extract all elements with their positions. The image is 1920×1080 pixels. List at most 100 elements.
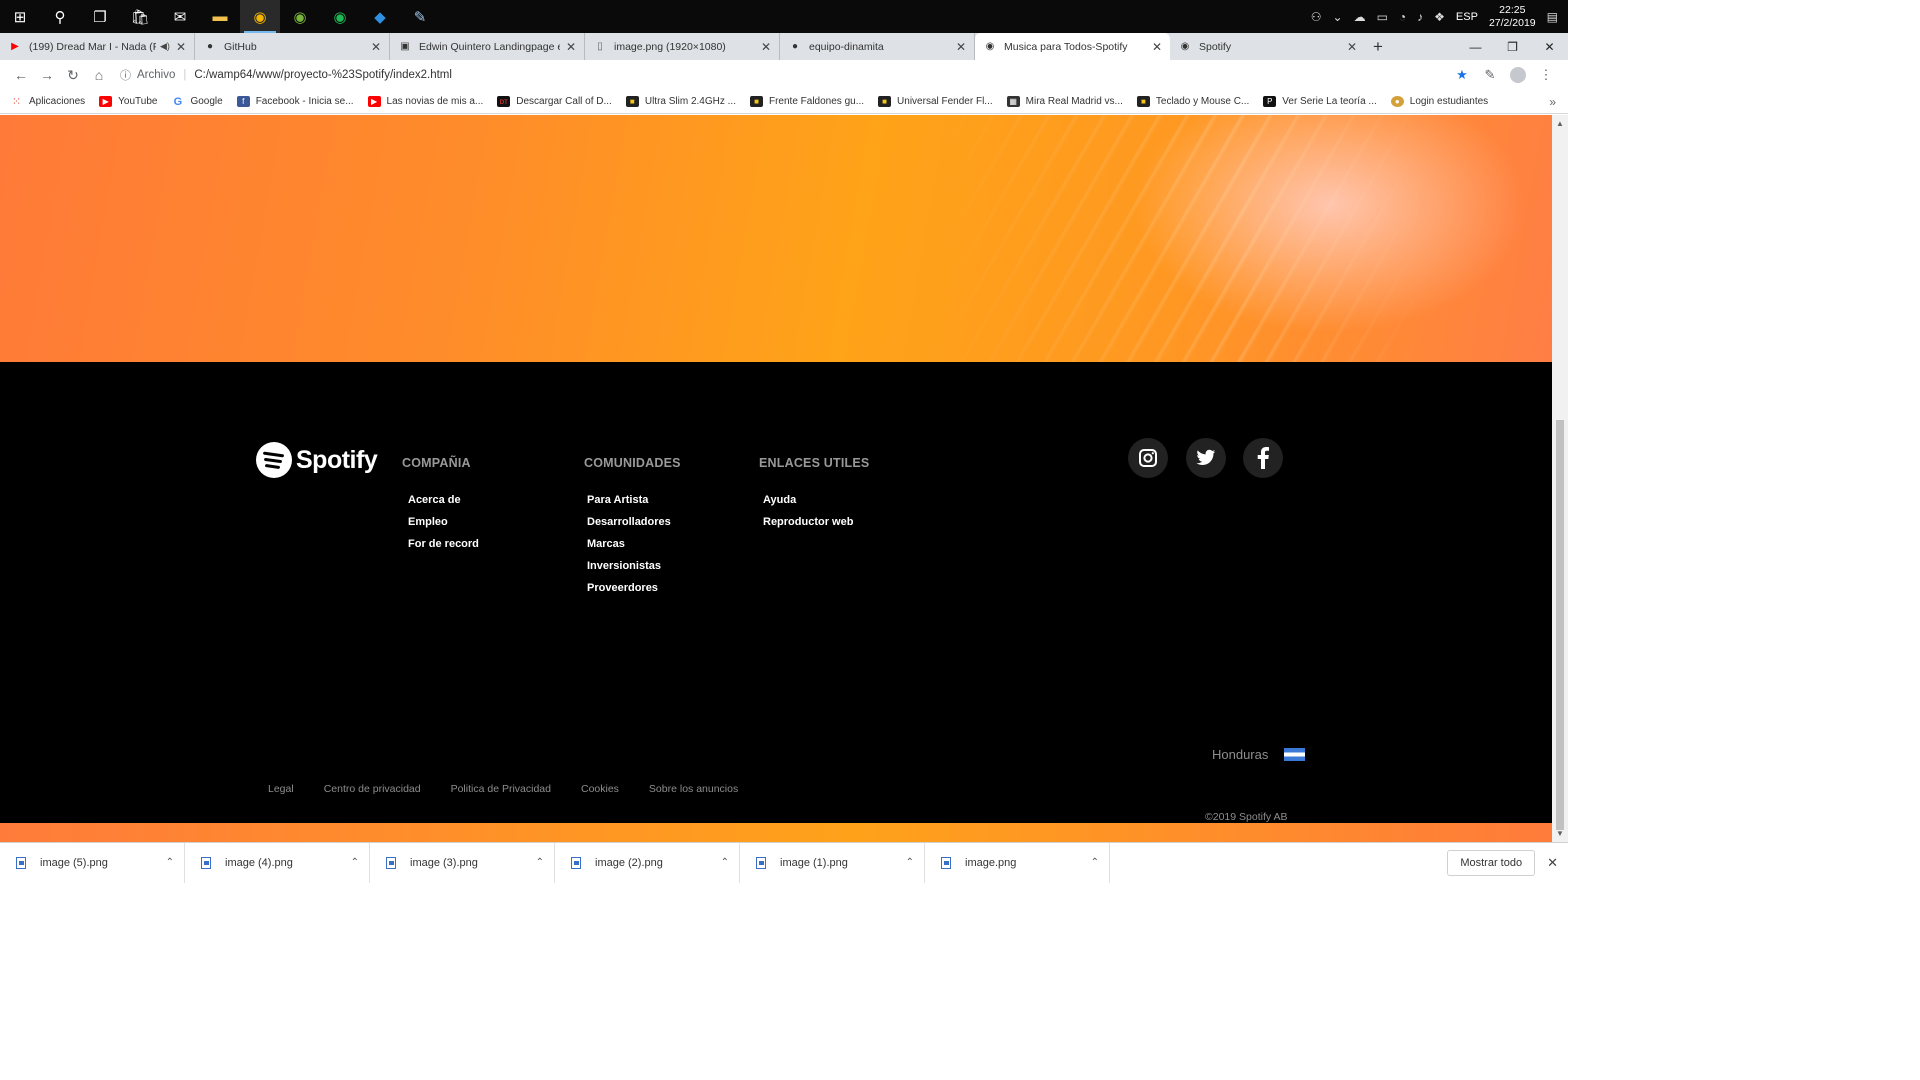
country-selector[interactable]: Honduras — [1212, 747, 1306, 762]
legal-link[interactable]: Sobre los anuncios — [649, 783, 738, 795]
show-all-downloads-button[interactable]: Mostrar todo — [1447, 849, 1536, 876]
notifications-icon[interactable]: ▤ — [1547, 10, 1558, 24]
footer-link[interactable]: Desarrolladores — [587, 516, 681, 529]
download-item[interactable]: image (4).png ⌃ — [185, 842, 370, 883]
page-scrollbar[interactable]: ▲ ▼ — [1552, 115, 1568, 842]
bookmark-item[interactable]: ■ Ultra Slim 2.4GHz ... — [625, 96, 736, 107]
browser-tab[interactable]: ▶ (199) Dread Mar I - Nada (Ps ◀) ✕ — [0, 33, 195, 60]
bookmark-item[interactable]: ᴅᴛ Descargar Call of D... — [497, 96, 612, 107]
forward-button[interactable]: → — [34, 62, 60, 88]
legal-link[interactable]: Legal — [268, 783, 294, 795]
new-tab-button[interactable]: + — [1365, 33, 1391, 60]
footer-link[interactable]: Inversionistas — [587, 560, 681, 573]
chevron-up-icon[interactable]: ⌃ — [351, 857, 359, 868]
close-shelf-icon[interactable]: ✕ — [1547, 855, 1558, 871]
footer-link[interactable]: Ayuda — [763, 494, 869, 507]
close-tab-icon[interactable]: ✕ — [956, 40, 966, 54]
bookmark-item[interactable]: ● Login estudiantes — [1390, 96, 1488, 107]
footer-link[interactable]: Marcas — [587, 538, 681, 551]
download-item[interactable]: image (3).png ⌃ — [370, 842, 555, 883]
legal-link[interactable]: Centro de privacidad — [324, 783, 421, 795]
url-text[interactable]: C:/wamp64/www/proyecto-%23Spotify/index2… — [194, 69, 452, 81]
search-icon[interactable]: ⚲ — [40, 0, 80, 33]
footer-link[interactable]: Empleo — [408, 516, 479, 529]
close-tab-icon[interactable]: ✕ — [371, 40, 381, 54]
restore-icon[interactable]: ❐ — [1494, 33, 1531, 60]
twitter-icon[interactable] — [1186, 438, 1226, 478]
chevron-up-icon[interactable]: ⌃ — [906, 857, 914, 868]
chevron-up-icon[interactable]: ⌃ — [1091, 857, 1099, 868]
mail-icon[interactable]: ✉ — [160, 0, 200, 33]
download-item[interactable]: image (5).png ⌃ — [0, 842, 185, 883]
download-item[interactable]: image (1).png ⌃ — [740, 842, 925, 883]
bookmark-item[interactable]: ⁙ Aplicaciones — [10, 96, 85, 108]
browser-tab[interactable]: ● equipo-dinamita ✕ — [780, 33, 975, 60]
dropbox-icon[interactable]: ❖ — [1434, 10, 1445, 24]
info-icon[interactable]: ⓘ — [120, 67, 131, 83]
footer-link[interactable]: Acerca de — [408, 494, 479, 507]
store-icon[interactable]: 🛍 — [120, 0, 160, 33]
close-window-icon[interactable]: ✕ — [1531, 33, 1568, 60]
download-item[interactable]: image (2).png ⌃ — [555, 842, 740, 883]
browser-tab[interactable]: ◉ Spotify ✕ — [1170, 33, 1365, 60]
scrollbar-thumb[interactable] — [1556, 420, 1564, 830]
chevron-up-icon[interactable]: ⌃ — [721, 857, 729, 868]
menu-icon[interactable]: ⋮ — [1532, 62, 1560, 88]
bookmark-item[interactable]: ▶ YouTube — [99, 96, 157, 107]
wifi-icon[interactable]: ◔ — [1399, 10, 1406, 24]
bookmark-item[interactable]: P Ver Serie La teoría ... — [1263, 96, 1377, 107]
browser-tab[interactable]: ▯ image.png (1920×1080) ✕ — [585, 33, 780, 60]
utorrent-icon[interactable]: ◉ — [280, 0, 320, 33]
spotify-app-icon[interactable]: ◉ — [320, 0, 360, 33]
chrome-icon[interactable]: ◉ — [240, 0, 280, 33]
bookmark-item[interactable]: ■ Universal Fender Fl... — [878, 96, 993, 107]
windows-start-icon[interactable]: ⊞ — [0, 0, 40, 33]
bookmark-star-icon[interactable]: ★ — [1448, 62, 1476, 88]
footer-link[interactable]: Reproductor web — [763, 516, 869, 529]
bookmark-item[interactable]: ▶ Las novias de mis a... — [367, 96, 483, 107]
bookmark-item[interactable]: G Google — [171, 96, 223, 108]
chevron-up-icon[interactable]: ⌃ — [536, 857, 544, 868]
bookmark-item[interactable]: ■ Frente Faldones gu... — [749, 96, 864, 107]
minimize-icon[interactable]: — — [1457, 33, 1494, 60]
close-tab-icon[interactable]: ✕ — [566, 40, 576, 54]
home-button[interactable]: ⌂ — [86, 62, 112, 88]
scroll-up-icon[interactable]: ▲ — [1556, 119, 1564, 128]
volume-icon[interactable]: ♪ — [1417, 10, 1423, 24]
onedrive-icon[interactable]: ☁ — [1354, 10, 1366, 24]
speaker-icon[interactable]: ◀) — [160, 41, 170, 52]
chevron-up-icon[interactable]: ⌃ — [166, 857, 174, 868]
browser-tab[interactable]: ● GitHub ✕ — [195, 33, 390, 60]
bookmark-item[interactable]: f Facebook - Inicia se... — [236, 96, 354, 107]
bookmark-item[interactable]: ■ Teclado y Mouse C... — [1136, 96, 1249, 107]
close-tab-icon[interactable]: ✕ — [176, 40, 186, 54]
task-view-icon[interactable]: ❐ — [80, 0, 120, 33]
spotify-logo[interactable]: Spotify — [256, 442, 378, 478]
chevron-up-icon[interactable]: ⌄ — [1333, 10, 1343, 24]
browser-tab-active[interactable]: ◉ Musica para Todos-Spotify ✕ — [975, 33, 1170, 60]
eyedropper-extension-icon[interactable]: ✎ — [1476, 62, 1504, 88]
address-bar[interactable]: ⓘ Archivo | C:/wamp64/www/proyecto-%23Sp… — [120, 63, 1448, 87]
clock[interactable]: 22:25 27/2/2019 — [1489, 4, 1536, 30]
battery-icon[interactable]: ▭ — [1377, 10, 1388, 24]
bookmark-item[interactable]: ▦ Mira Real Madrid vs... — [1006, 96, 1123, 107]
close-tab-icon[interactable]: ✕ — [761, 40, 771, 54]
profile-avatar[interactable] — [1504, 62, 1532, 88]
legal-link[interactable]: Cookies — [581, 783, 619, 795]
footer-link[interactable]: Proveerdores — [587, 582, 681, 595]
close-tab-icon[interactable]: ✕ — [1152, 40, 1162, 54]
browser-tab[interactable]: ▣ Edwin Quintero Landingpage en ✕ — [390, 33, 585, 60]
footer-link[interactable]: Para Artista — [587, 494, 681, 507]
people-icon[interactable]: ⚇ — [1311, 10, 1322, 24]
facebook-icon[interactable] — [1243, 438, 1283, 478]
vscode-icon[interactable]: ◆ — [360, 0, 400, 33]
reload-button[interactable]: ↻ — [60, 62, 86, 88]
paint-icon[interactable]: ✎ — [400, 0, 440, 33]
download-item[interactable]: image.png ⌃ — [925, 842, 1110, 883]
instagram-icon[interactable] — [1128, 438, 1168, 478]
close-tab-icon[interactable]: ✕ — [1347, 40, 1357, 54]
back-button[interactable]: ← — [8, 62, 34, 88]
footer-link[interactable]: For de record — [408, 538, 479, 551]
more-bookmarks-icon[interactable]: » — [1549, 95, 1556, 109]
file-explorer-icon[interactable]: ▬ — [200, 0, 240, 33]
